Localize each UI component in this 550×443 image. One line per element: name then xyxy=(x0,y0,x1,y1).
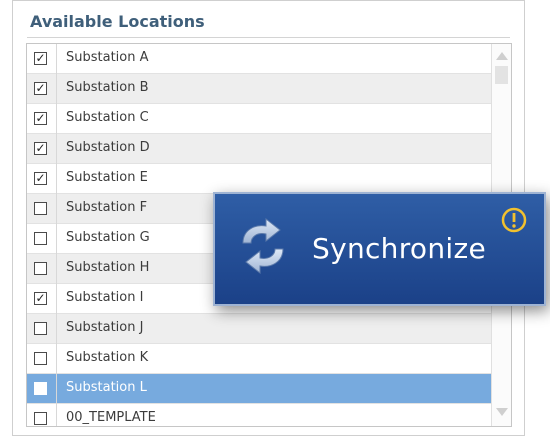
checkbox-cell xyxy=(27,344,57,374)
location-label: Substation I xyxy=(66,290,144,305)
list-item[interactable]: Substation L xyxy=(27,374,492,404)
location-label: Substation H xyxy=(66,260,150,275)
location-label: Substation D xyxy=(66,140,150,155)
location-label: Substation K xyxy=(66,350,149,365)
synchronize-label: Synchronize xyxy=(312,232,487,265)
list-item[interactable]: Substation K xyxy=(27,344,492,374)
warning-icon xyxy=(501,207,527,233)
scroll-thumb[interactable] xyxy=(495,66,508,84)
list-item[interactable]: ✓ Substation B xyxy=(27,74,492,104)
location-checkbox[interactable]: ✓ xyxy=(34,142,47,155)
list-item[interactable]: ✓ Substation A xyxy=(27,44,492,74)
location-checkbox[interactable] xyxy=(34,202,47,215)
title-divider xyxy=(27,37,510,38)
location-label: Substation G xyxy=(66,230,150,245)
location-checkbox[interactable] xyxy=(34,352,47,365)
checkbox-cell xyxy=(27,314,57,344)
location-label: Substation F xyxy=(66,200,148,215)
panel-title: Available Locations xyxy=(30,12,205,31)
location-label: Substation E xyxy=(66,170,148,185)
checkbox-cell xyxy=(27,194,57,224)
location-checkbox[interactable] xyxy=(34,382,47,395)
location-checkbox[interactable]: ✓ xyxy=(34,52,47,65)
list-item[interactable]: Substation J xyxy=(27,314,492,344)
sync-icon xyxy=(242,217,284,275)
list-item[interactable]: ✓ Substation D xyxy=(27,134,492,164)
location-label: Substation J xyxy=(66,320,144,335)
checkbox-cell: ✓ xyxy=(27,164,57,194)
checkbox-cell xyxy=(27,254,57,284)
checkbox-cell: ✓ xyxy=(27,44,57,74)
synchronize-button[interactable]: Synchronize xyxy=(213,192,546,306)
list-item[interactable]: ✓ Substation E xyxy=(27,164,492,194)
checkbox-cell: ✓ xyxy=(27,74,57,104)
location-label: Substation A xyxy=(66,50,149,65)
location-checkbox[interactable]: ✓ xyxy=(34,172,47,185)
location-checkbox[interactable] xyxy=(34,262,47,275)
checkbox-cell xyxy=(27,404,57,426)
location-label: Substation B xyxy=(66,80,149,95)
scroll-down-arrow-icon[interactable] xyxy=(496,408,508,416)
location-checkbox[interactable] xyxy=(34,412,47,425)
location-checkbox[interactable] xyxy=(34,232,47,245)
scroll-up-arrow-icon[interactable] xyxy=(496,52,508,60)
location-checkbox[interactable]: ✓ xyxy=(34,112,47,125)
checkbox-cell xyxy=(27,374,57,404)
list-item[interactable]: ✓ Substation C xyxy=(27,104,492,134)
location-checkbox[interactable]: ✓ xyxy=(34,82,47,95)
checkbox-cell: ✓ xyxy=(27,284,57,314)
location-checkbox[interactable] xyxy=(34,322,47,335)
location-checkbox[interactable]: ✓ xyxy=(34,292,47,305)
checkbox-cell: ✓ xyxy=(27,104,57,134)
checkbox-cell: ✓ xyxy=(27,134,57,164)
location-label: Substation L xyxy=(66,380,147,395)
location-label: Substation C xyxy=(66,110,149,125)
list-item[interactable]: 00_TEMPLATE xyxy=(27,404,492,426)
checkbox-cell xyxy=(27,224,57,254)
location-label: 00_TEMPLATE xyxy=(66,410,156,425)
